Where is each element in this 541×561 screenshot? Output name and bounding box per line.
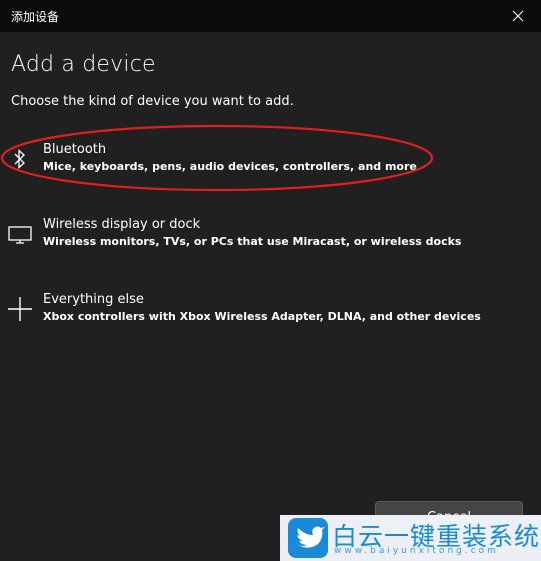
option-description: Wireless monitors, TVs, or PCs that use … xyxy=(43,235,462,248)
bluetooth-icon xyxy=(6,142,34,176)
option-name: Bluetooth xyxy=(43,142,107,157)
page-subtitle: Choose the kind of device you want to ad… xyxy=(11,94,294,109)
monitor-icon xyxy=(6,217,34,251)
option-description: Mice, keyboards, pens, audio devices, co… xyxy=(43,160,417,173)
watermark-url: www.baiyunxitong.com xyxy=(334,546,499,556)
title-bar: 添加设备 xyxy=(0,0,541,32)
plus-icon xyxy=(6,292,34,326)
option-description: Xbox controllers with Xbox Wireless Adap… xyxy=(43,310,481,323)
bird-logo-icon xyxy=(288,518,328,558)
page-title: Add a device xyxy=(11,52,156,77)
option-wireless-display[interactable]: Wireless display or dock Wireless monito… xyxy=(0,217,541,277)
close-icon xyxy=(512,10,524,22)
option-bluetooth[interactable]: Bluetooth Mice, keyboards, pens, audio d… xyxy=(0,142,541,202)
watermark-logo: 白云一键重装系统 www.baiyunxitong.com xyxy=(280,515,541,561)
option-everything-else[interactable]: Everything else Xbox controllers with Xb… xyxy=(0,292,541,352)
option-name: Everything else xyxy=(43,292,144,307)
close-button[interactable] xyxy=(495,0,541,32)
window-title: 添加设备 xyxy=(11,10,60,24)
option-name: Wireless display or dock xyxy=(43,217,201,232)
